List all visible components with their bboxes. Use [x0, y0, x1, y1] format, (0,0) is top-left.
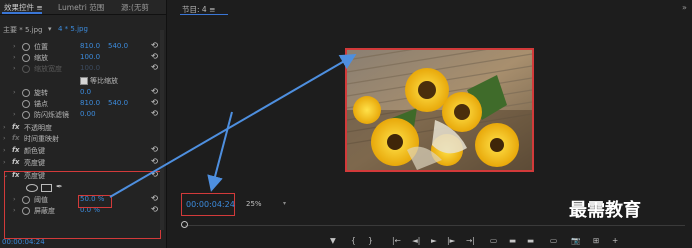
active-tab-indicator: [2, 12, 42, 14]
add-marker-icon[interactable]: ▼: [330, 236, 336, 245]
source-clip-row: 主要 * 5.jpg ▾ 4 * 5.jpg: [0, 24, 166, 36]
panel-menu-icon[interactable]: »: [682, 3, 687, 12]
property-row-scale-width: › 缩放宽度 100.0 ⟲: [13, 63, 158, 73]
property-row-anchor: 锚点 810.0 540.0 ⟲: [0, 98, 166, 110]
playhead-handle[interactable]: [181, 221, 188, 228]
anti-flicker-value[interactable]: 0.00: [80, 110, 96, 118]
fx-icon[interactable]: fx: [12, 123, 20, 131]
mini-timeline-track[interactable]: [185, 225, 685, 226]
comparison-view-icon[interactable]: ⊞: [593, 236, 599, 245]
reset-icon[interactable]: ⟲: [151, 52, 158, 62]
property-row-position: › 位置 810.0 540.0 ⟲: [13, 41, 158, 51]
video-preview[interactable]: [345, 48, 534, 172]
rotation-value[interactable]: 0.0: [80, 88, 91, 96]
sunflower-image: [347, 50, 532, 170]
reset-icon[interactable]: ⟲: [151, 41, 158, 51]
step-back-icon[interactable]: ◄|: [412, 236, 420, 245]
export-frame-icon[interactable]: 📷: [571, 236, 580, 245]
reset-icon[interactable]: ⟲: [151, 109, 158, 119]
active-tab-indicator: [180, 14, 228, 15]
sequence-clip-label[interactable]: 4 * 5.jpg: [58, 25, 88, 33]
property-row-anti-flicker: › 防闪烁滤镜 0.00 ⟲: [13, 109, 158, 119]
effect-row-time-remap[interactable]: › fx 时间重映射: [0, 134, 166, 145]
stopwatch-icon[interactable]: [22, 89, 30, 97]
go-to-in-icon[interactable]: |←: [392, 236, 401, 245]
uniform-scale-checkbox[interactable]: [80, 77, 88, 85]
tab-source[interactable]: 源:(无剪: [121, 2, 149, 13]
clip-arrow[interactable]: ▾: [48, 25, 52, 33]
scale-value[interactable]: 100.0: [80, 53, 100, 61]
master-clip-label[interactable]: 主要 * 5.jpg: [3, 25, 42, 35]
current-time-readout[interactable]: 00:00:04:24: [2, 238, 45, 246]
stopwatch-icon: [22, 65, 30, 73]
fx-icon: fx: [12, 134, 20, 142]
reset-icon[interactable]: ⟲: [151, 87, 158, 97]
mark-out-icon[interactable]: }: [368, 236, 373, 245]
anchor-y-value[interactable]: 540.0: [108, 99, 128, 107]
overwrite-icon[interactable]: ▭: [550, 236, 557, 245]
zoom-level-select[interactable]: 25%: [246, 200, 262, 208]
effect-row-luma-key-1[interactable]: › fx 亮度键 ⟲: [0, 157, 166, 169]
reset-icon[interactable]: ⟲: [151, 145, 158, 155]
playhead-timecode[interactable]: 00:00:04:24: [186, 200, 235, 209]
scale-width-value: 100.0: [80, 64, 101, 72]
mark-in-icon[interactable]: {: [351, 236, 356, 245]
lift-icon[interactable]: ▭: [490, 236, 497, 245]
button-editor-icon[interactable]: +: [612, 236, 618, 245]
step-forward-icon[interactable]: |►: [447, 236, 455, 245]
reset-icon[interactable]: ⟲: [151, 63, 158, 73]
scrollbar[interactable]: [160, 30, 164, 230]
stopwatch-icon[interactable]: [22, 111, 30, 119]
property-row-uniform-scale: 等比缩放: [0, 76, 166, 87]
highlight-box-threshold: [78, 195, 112, 208]
go-to-out-icon[interactable]: →|: [466, 236, 475, 245]
position-y-value[interactable]: 540.0: [108, 42, 128, 50]
anchor-x-value[interactable]: 810.0: [80, 99, 100, 107]
reset-icon[interactable]: ⟲: [151, 157, 158, 167]
stopwatch-icon[interactable]: [22, 43, 30, 51]
stopwatch-icon[interactable]: [22, 100, 30, 108]
extract-icon[interactable]: ▬: [509, 236, 516, 245]
play-icon[interactable]: ►: [431, 236, 437, 245]
insert-icon[interactable]: ▬: [527, 236, 534, 245]
property-row-rotation: › 旋转 0.0 ⟲: [13, 87, 158, 97]
fx-icon[interactable]: fx: [12, 158, 20, 166]
watermark-logo: 最需教育: [569, 200, 641, 221]
effect-row-color-key[interactable]: › fx 颜色键 ⟲: [0, 145, 166, 157]
position-x-value[interactable]: 810.0: [80, 42, 100, 50]
reset-icon[interactable]: ⟲: [151, 98, 158, 108]
effect-row-opacity[interactable]: › fx 不透明度: [0, 123, 166, 134]
chevron-down-icon[interactable]: ▾: [283, 200, 286, 207]
fx-icon[interactable]: fx: [12, 146, 20, 154]
property-row-scale: › 缩放 100.0 ⟲: [13, 52, 158, 62]
tab-lumetri-scopes[interactable]: Lumetri 范围: [58, 2, 104, 13]
stopwatch-icon[interactable]: [22, 54, 30, 62]
